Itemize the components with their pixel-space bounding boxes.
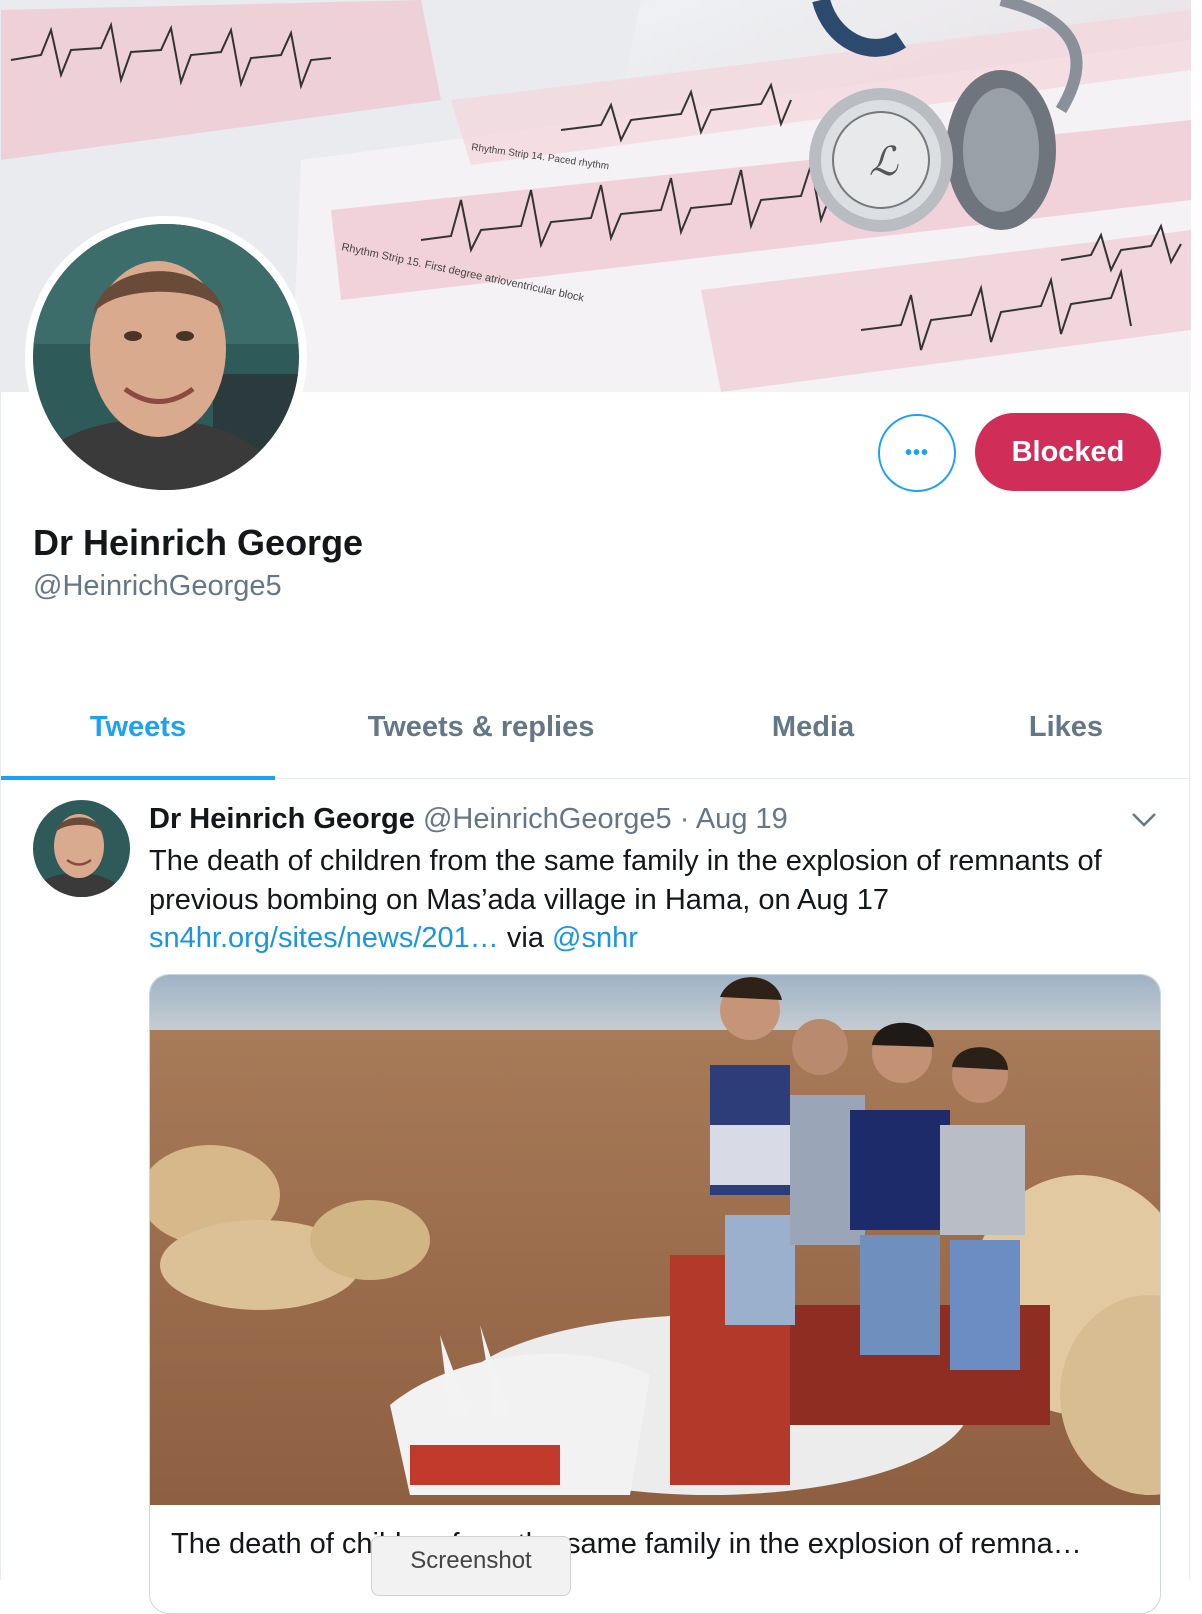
card-title: The death of children from the same fami… xyxy=(171,1528,1082,1560)
tab-likes-label: Likes xyxy=(1028,711,1104,743)
tweet-author-avatar[interactable] xyxy=(33,800,130,897)
tab-tweets[interactable]: Tweets xyxy=(1,676,275,780)
more-dots-icon: ••• xyxy=(904,441,929,464)
tweet-header: Dr Heinrich George @HeinrichGeorge5 · Au… xyxy=(149,800,788,838)
tweet-author-name[interactable]: Dr Heinrich George xyxy=(149,803,415,835)
svg-text:ℒ: ℒ xyxy=(869,139,899,184)
more-options-button[interactable]: ••• xyxy=(878,414,956,492)
tweet-author-handle[interactable]: @HeinrichGeorge5 xyxy=(423,803,672,835)
avatar-photo xyxy=(33,224,299,490)
chevron-down-icon[interactable] xyxy=(1129,806,1159,832)
tweet-text-line: previous bombing on Mas’ada village in H… xyxy=(149,883,889,916)
blocked-button-label: Blocked xyxy=(1011,435,1125,468)
tweet-url-link[interactable]: sn4hr.org/sites/news/201… xyxy=(149,922,499,954)
tab-media-label: Media xyxy=(771,711,855,743)
tab-likes[interactable]: Likes xyxy=(981,676,1151,779)
tab-tweets-label: Tweets xyxy=(89,711,187,743)
profile-tabs: Tweets Tweets & replies Media Likes xyxy=(1,676,1191,780)
tweet-body: The death of children from the same fami… xyxy=(149,842,1169,958)
card-image xyxy=(150,975,1160,1505)
link-preview-card[interactable]: The death of children from the same fami… xyxy=(149,974,1161,1614)
tweet-separator: · xyxy=(679,803,690,835)
tweet-via-text: via xyxy=(506,922,544,954)
profile-display-name: Dr Heinrich George xyxy=(33,522,364,563)
profile-avatar[interactable] xyxy=(25,216,307,498)
blocked-button[interactable]: Blocked xyxy=(975,413,1161,491)
profile-page: Rhythm Strip 15. First degree atrioventr… xyxy=(0,0,1191,1614)
tab-tweets-replies-label: Tweets & replies xyxy=(367,711,595,743)
tweet-avatar-photo xyxy=(33,800,130,897)
tweet-text-line: The death of children from the same fami… xyxy=(149,845,1102,877)
profile-handle: @HeinrichGeorge5 xyxy=(33,570,282,602)
tab-media[interactable]: Media xyxy=(713,676,913,779)
tab-tweets-replies[interactable]: Tweets & replies xyxy=(331,676,631,779)
screenshot-tooltip: Screenshot xyxy=(371,1536,571,1596)
tweet-date[interactable]: Aug 19 xyxy=(696,803,788,835)
tweet-mention-link[interactable]: @snhr xyxy=(552,922,638,954)
